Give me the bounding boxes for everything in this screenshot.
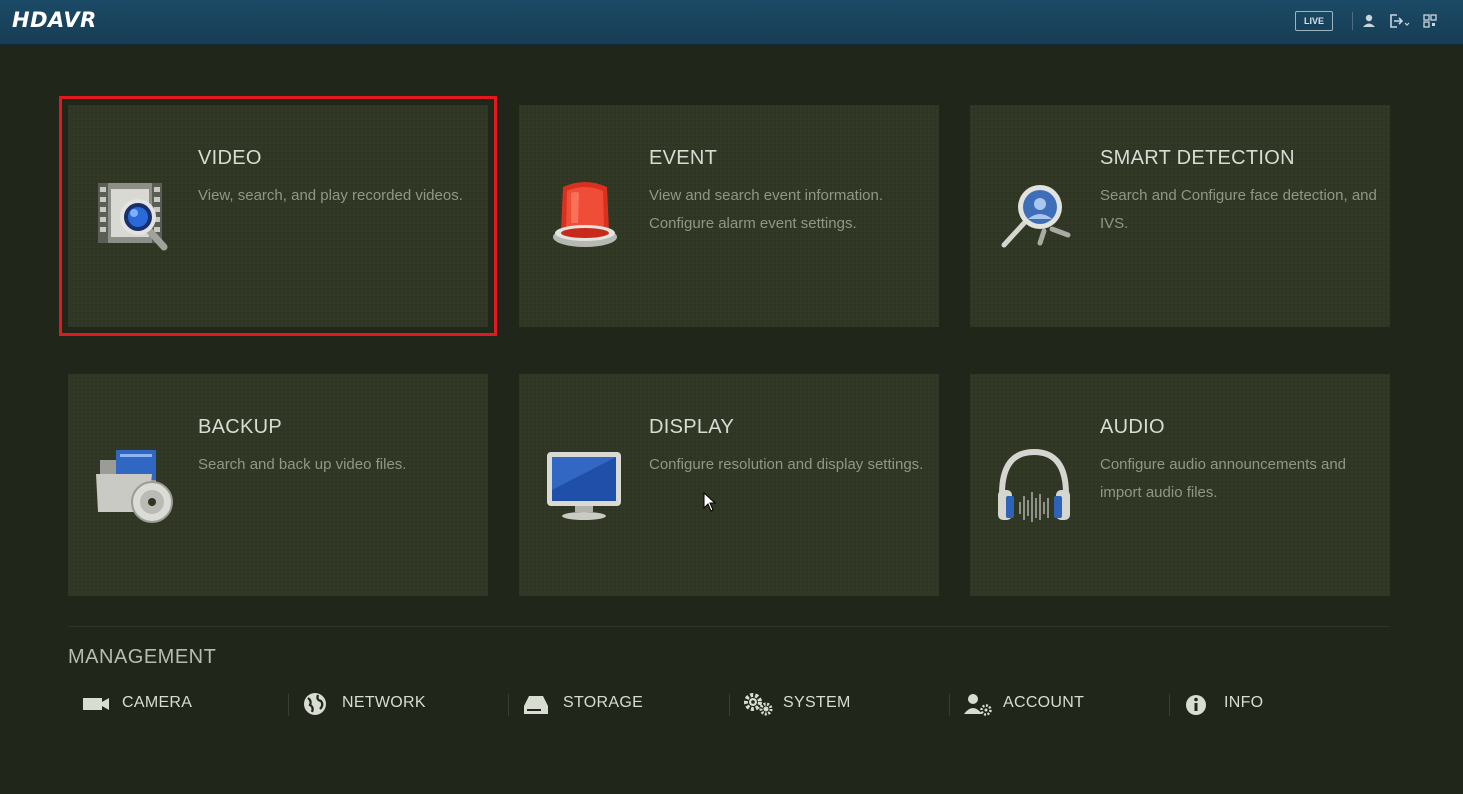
- user-icon[interactable]: [1361, 12, 1377, 30]
- management-item-camera[interactable]: CAMERA: [82, 690, 282, 718]
- management-separator: [729, 694, 730, 716]
- tile-description: Search and back up video files.: [198, 456, 407, 473]
- brand-logo: HDAVR: [12, 8, 97, 32]
- tile-title: DISPLAY: [649, 416, 735, 438]
- management-item-info[interactable]: INFO: [1184, 690, 1384, 718]
- tile-title: VIDEO: [198, 147, 262, 169]
- management-title: MANAGEMENT: [68, 646, 217, 668]
- management-item-label: NETWORK: [342, 694, 426, 711]
- management-item-network[interactable]: NETWORK: [302, 690, 502, 718]
- management-divider: [68, 626, 1390, 627]
- management-separator: [949, 694, 950, 716]
- logout-icon[interactable]: [1388, 12, 1410, 30]
- tile-description: Configure resolution and display setting…: [649, 456, 924, 473]
- top-bar: HDAVR LIVE: [0, 0, 1463, 45]
- network-globe-icon: [304, 693, 326, 715]
- tile-audio[interactable]: AUDIO Configure audio announcements and …: [970, 374, 1390, 596]
- tile-title: BACKUP: [198, 416, 283, 438]
- management-item-label: SYSTEM: [783, 694, 851, 711]
- live-button[interactable]: LIVE: [1295, 11, 1333, 31]
- management-item-system[interactable]: SYSTEM: [743, 690, 943, 718]
- management-item-label: INFO: [1224, 694, 1264, 711]
- monitor-icon: [547, 452, 621, 520]
- camera-icon: [83, 698, 109, 710]
- tile-description: Configure audio announcements and import…: [1100, 456, 1347, 501]
- qr-icon[interactable]: [1422, 12, 1438, 30]
- tile-title: EVENT: [649, 147, 718, 169]
- info-icon: [1186, 695, 1206, 715]
- tile-description: Search and Configure face detection, and…: [1100, 187, 1377, 232]
- management-separator: [1169, 694, 1170, 716]
- management-separator: [288, 694, 289, 716]
- tile-video[interactable]: VIDEO View, search, and play recorded vi…: [59, 96, 497, 336]
- tile-backup[interactable]: BACKUP Search and back up video files.: [68, 374, 488, 596]
- tile-title: SMART DETECTION: [1100, 147, 1295, 169]
- user-settings-icon: [964, 694, 992, 716]
- management-item-account[interactable]: ACCOUNT: [963, 690, 1163, 718]
- storage-drive-icon: [524, 696, 548, 714]
- top-bar-divider: [1352, 12, 1353, 30]
- tile-title: AUDIO: [1100, 416, 1165, 438]
- management-item-label: CAMERA: [122, 694, 193, 711]
- tile-event[interactable]: EVENT View and search event information.…: [519, 105, 939, 327]
- headphones-icon: [998, 448, 1070, 522]
- tile-description: View and search event information. Confi…: [649, 187, 884, 232]
- management-item-label: STORAGE: [563, 694, 644, 711]
- management-item-storage[interactable]: STORAGE: [523, 690, 723, 718]
- folder-disc-icon: [96, 450, 173, 523]
- management-item-label: ACCOUNT: [1003, 694, 1085, 711]
- video-search-icon: [98, 183, 168, 251]
- tile-smart-detection[interactable]: SMART DETECTION Search and Configure fac…: [970, 105, 1390, 327]
- gears-icon: [744, 693, 773, 716]
- alarm-light-icon: [553, 182, 617, 247]
- management-separator: [508, 694, 509, 716]
- tile-description: View, search, and play recorded videos.: [198, 187, 463, 204]
- mouse-cursor-icon: [703, 492, 717, 512]
- tile-display[interactable]: DISPLAY Configure resolution and display…: [519, 374, 939, 596]
- magnifier-face-icon: [1001, 185, 1071, 248]
